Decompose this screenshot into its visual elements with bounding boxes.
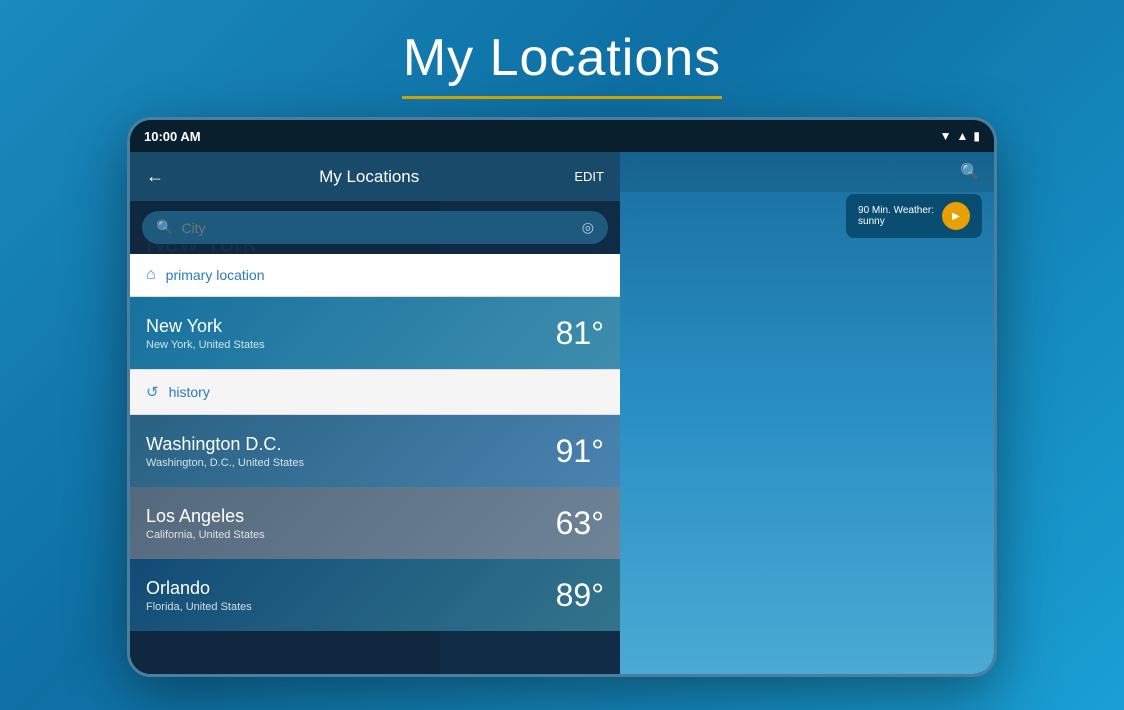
location-city: Washington D.C. xyxy=(146,434,304,455)
locations-overlay: ← My Locations EDIT 🔍 ◎ ⌂ primary locati… xyxy=(130,152,620,674)
battery-icon: ▮ xyxy=(973,129,980,143)
home-icon: ⌂ xyxy=(146,266,156,284)
location-temp: 89° xyxy=(556,577,604,614)
overlay-title: My Locations xyxy=(164,167,574,187)
tablet-frame: 10:00 AM ▼ ▲ ▮ ☰ right now New York 81° … xyxy=(127,117,997,677)
location-content: Washington D.C. Washington, D.C., United… xyxy=(130,415,620,487)
overlay-header: ← My Locations EDIT xyxy=(130,152,620,201)
location-country: Washington, D.C., United States xyxy=(146,457,304,469)
location-item-newyork[interactable]: New York New York, United States 81° xyxy=(130,297,620,369)
page-header: My Locations xyxy=(402,0,722,99)
status-icons: ▼ ▲ ▮ xyxy=(940,129,980,143)
location-temp: 63° xyxy=(556,505,604,542)
edit-button[interactable]: EDIT xyxy=(574,169,604,184)
location-left: Washington D.C. Washington, D.C., United… xyxy=(146,434,304,469)
location-content: Orlando Florida, United States 89° xyxy=(130,559,620,631)
search-bar: 🔍 ◎ xyxy=(142,211,608,244)
location-left: Orlando Florida, United States xyxy=(146,578,252,613)
signal-icon: ▲ xyxy=(957,129,969,143)
wifi-icon: ▼ xyxy=(940,129,952,143)
location-left: New York New York, United States xyxy=(146,316,265,351)
back-icon[interactable]: ← xyxy=(146,166,164,187)
location-temp: 91° xyxy=(556,433,604,470)
search-icon: 🔍 xyxy=(156,219,173,236)
primary-location-row[interactable]: ⌂ primary location xyxy=(130,254,620,297)
location-content: Los Angeles California, United States 63… xyxy=(130,487,620,559)
primary-label: primary location xyxy=(166,267,265,283)
location-item-dc[interactable]: Washington D.C. Washington, D.C., United… xyxy=(130,415,620,487)
status-time: 10:00 AM xyxy=(144,129,201,144)
main-content: ☰ right now New York 81° feels like 86° … xyxy=(130,152,994,674)
location-city: New York xyxy=(146,316,265,337)
location-city: Los Angeles xyxy=(146,506,265,527)
mini-card-label: 90 Min. Weather: sunny xyxy=(858,205,934,227)
history-row[interactable]: ↺ history xyxy=(130,369,620,415)
location-item-la[interactable]: Los Angeles California, United States 63… xyxy=(130,487,620,559)
location-left: Los Angeles California, United States xyxy=(146,506,265,541)
location-content: New York New York, United States 81° xyxy=(130,297,620,369)
location-temp: 81° xyxy=(556,315,604,352)
play-button[interactable]: ▶ xyxy=(942,202,970,230)
city-search-input[interactable] xyxy=(181,220,573,236)
status-bar: 10:00 AM ▼ ▲ ▮ xyxy=(130,120,994,152)
mini-weather-card: 90 Min. Weather: sunny ▶ xyxy=(846,194,982,238)
location-list: ⌂ primary location New York New York, Un… xyxy=(130,254,620,674)
page-title: My Locations xyxy=(402,28,722,88)
title-underline xyxy=(402,96,722,99)
location-city: Orlando xyxy=(146,578,252,599)
location-country: Florida, United States xyxy=(146,601,252,613)
history-label: history xyxy=(169,384,210,400)
location-country: New York, United States xyxy=(146,339,265,351)
location-country: California, United States xyxy=(146,529,265,541)
search-icon[interactable]: 🔍 xyxy=(960,162,980,182)
location-item-orlando[interactable]: Orlando Florida, United States 89° xyxy=(130,559,620,631)
location-target-icon[interactable]: ◎ xyxy=(582,219,594,236)
history-icon: ↺ xyxy=(146,383,159,401)
